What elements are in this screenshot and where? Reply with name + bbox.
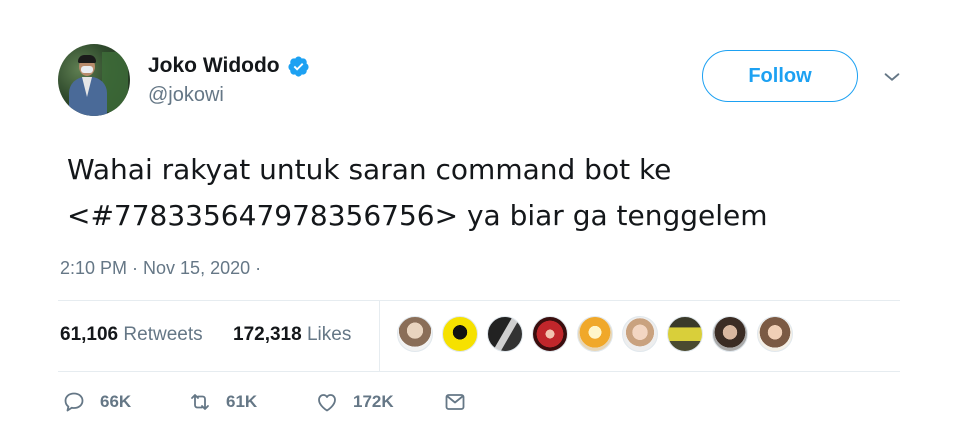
divider-top — [58, 300, 900, 301]
liker-avatar[interactable] — [622, 316, 658, 352]
like-icon — [318, 394, 336, 412]
liker-avatar[interactable] — [667, 316, 703, 352]
reply-action[interactable]: 66K — [62, 390, 131, 414]
liker-avatar[interactable] — [487, 316, 523, 352]
liker-avatar[interactable] — [442, 316, 478, 352]
retweets-stat[interactable]: 61,106 Retweets — [60, 324, 203, 346]
tweet-text: Wahai rakyat untuk saran command bot ke … — [67, 147, 887, 239]
retweet-action[interactable]: 61K — [188, 390, 257, 414]
like-count: 172K — [353, 392, 394, 411]
user-name[interactable]: Joko Widodo — [148, 54, 310, 78]
stats-divider — [379, 301, 380, 371]
likes-count: 172,318 — [233, 324, 302, 345]
tweet-timestamp[interactable]: 2:10 PM · Nov 15, 2020 · — [60, 258, 261, 279]
retweets-count: 61,106 — [60, 324, 119, 345]
likes-stat[interactable]: 172,318 Likes — [233, 324, 351, 346]
liker-avatar[interactable] — [532, 316, 568, 352]
tweet-text-line-1: Wahai rakyat untuk saran command bot ke — [67, 153, 672, 186]
retweets-label: Retweets — [123, 324, 203, 345]
share-icon — [445, 394, 465, 410]
user-handle[interactable]: @jokowi — [148, 84, 224, 107]
user-name-text[interactable]: Joko Widodo — [148, 54, 280, 78]
reply-count: 66K — [100, 392, 132, 411]
liker-avatar[interactable] — [757, 316, 793, 352]
liker-avatar[interactable] — [577, 316, 613, 352]
liker-avatar[interactable] — [397, 316, 433, 352]
likes-label: Likes — [306, 324, 352, 345]
retweet-icon — [191, 394, 209, 410]
like-action[interactable]: 172K — [315, 390, 394, 414]
reply-icon — [64, 392, 84, 412]
user-avatar[interactable] — [58, 44, 130, 116]
share-action[interactable] — [443, 390, 481, 414]
chevron-down-icon[interactable] — [881, 66, 903, 88]
verified-badge-icon — [288, 55, 309, 77]
follow-button[interactable]: Follow — [702, 50, 858, 102]
tweet-text-line-2: <#778335647978356756> ya biar ga tenggel… — [67, 199, 768, 232]
liker-avatars — [397, 316, 802, 352]
divider-bottom — [58, 371, 900, 372]
retweet-count: 61K — [226, 392, 258, 411]
liker-avatar[interactable] — [712, 316, 748, 352]
